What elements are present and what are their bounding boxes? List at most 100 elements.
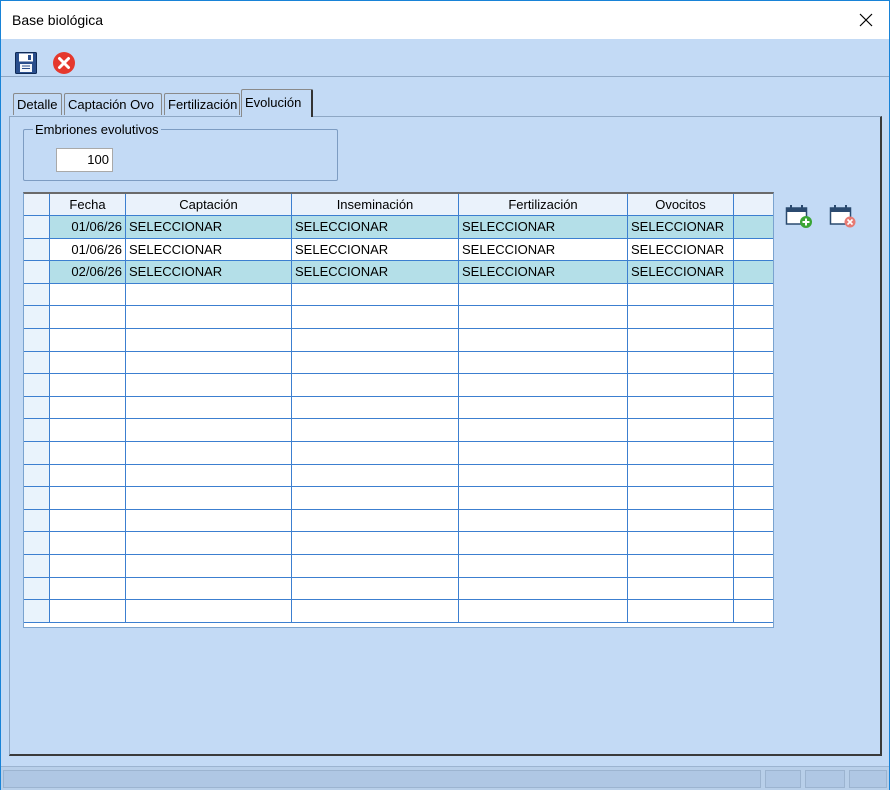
- cell-fecha[interactable]: [50, 464, 126, 487]
- cell-fertilizacion[interactable]: [459, 554, 628, 577]
- cell-fecha[interactable]: [50, 419, 126, 441]
- cell-inseminacion[interactable]: [292, 306, 459, 328]
- cell-captacion[interactable]: [126, 441, 292, 464]
- row-header[interactable]: [24, 419, 50, 441]
- cell-ovocitos[interactable]: [628, 374, 734, 396]
- cell-captacion[interactable]: [126, 464, 292, 487]
- cell-inseminacion[interactable]: [292, 554, 459, 577]
- table-row-empty[interactable]: [24, 600, 773, 623]
- cell-fecha[interactable]: [50, 328, 126, 351]
- save-button[interactable]: [13, 50, 39, 76]
- row-header[interactable]: [24, 283, 50, 306]
- cell-inseminacion[interactable]: [292, 328, 459, 351]
- cell-fecha[interactable]: [50, 351, 126, 374]
- table-row-empty[interactable]: [24, 374, 773, 397]
- delete-row-button[interactable]: [828, 201, 858, 231]
- cell-fecha[interactable]: [50, 306, 126, 328]
- cell-ovocitos[interactable]: [628, 419, 734, 441]
- cell-fertilizacion[interactable]: [459, 396, 628, 419]
- cell-captacion[interactable]: SELECCIONAR: [126, 261, 292, 283]
- table-row-empty[interactable]: [24, 283, 773, 307]
- column-header-fecha[interactable]: Fecha: [50, 194, 126, 216]
- table-row-empty[interactable]: [24, 464, 773, 488]
- table-row-empty[interactable]: [24, 396, 773, 420]
- table-row-empty[interactable]: [24, 487, 773, 510]
- cell-inseminacion[interactable]: [292, 351, 459, 374]
- cell-captacion[interactable]: SELECCIONAR: [126, 238, 292, 261]
- row-header[interactable]: [24, 261, 50, 283]
- cell-ovocitos[interactable]: [628, 487, 734, 509]
- cell-ovocitos[interactable]: SELECCIONAR: [628, 216, 734, 238]
- cell-fertilizacion[interactable]: SELECCIONAR: [459, 261, 628, 283]
- cell-ovocitos[interactable]: [628, 351, 734, 374]
- close-button[interactable]: [843, 1, 889, 39]
- column-header-captacion[interactable]: Captación: [126, 194, 292, 216]
- embriones-evolutivos-input[interactable]: 100: [56, 148, 113, 172]
- cell-fecha[interactable]: 01/06/26: [50, 216, 126, 238]
- cell-fertilizacion[interactable]: [459, 509, 628, 532]
- cell-fecha[interactable]: [50, 554, 126, 577]
- column-header-fertilizacion[interactable]: Fertilización: [459, 194, 628, 216]
- cell-inseminacion[interactable]: SELECCIONAR: [292, 261, 459, 283]
- table-row-empty[interactable]: [24, 328, 773, 352]
- cell-fertilizacion[interactable]: SELECCIONAR: [459, 238, 628, 261]
- cell-fertilizacion[interactable]: [459, 283, 628, 306]
- cell-fertilizacion[interactable]: [459, 487, 628, 509]
- cell-ovocitos[interactable]: [628, 464, 734, 487]
- cell-fertilizacion[interactable]: [459, 441, 628, 464]
- cell-captacion[interactable]: [126, 283, 292, 306]
- add-row-button[interactable]: [784, 201, 814, 231]
- cell-fecha[interactable]: [50, 374, 126, 396]
- cell-inseminacion[interactable]: [292, 374, 459, 396]
- cell-ovocitos[interactable]: [628, 441, 734, 464]
- cell-ovocitos[interactable]: SELECCIONAR: [628, 261, 734, 283]
- cell-captacion[interactable]: [126, 577, 292, 600]
- cell-captacion[interactable]: SELECCIONAR: [126, 216, 292, 238]
- cell-fertilizacion[interactable]: [459, 600, 628, 622]
- row-header[interactable]: [24, 216, 50, 238]
- table-row[interactable]: 02/06/26 SELECCIONAR SELECCIONAR SELECCIONA…: [24, 261, 773, 284]
- cell-fecha[interactable]: [50, 283, 126, 306]
- cell-fecha[interactable]: [50, 600, 126, 622]
- column-header-inseminacion[interactable]: Inseminación: [292, 194, 459, 216]
- table-row-empty[interactable]: [24, 441, 773, 465]
- cell-captacion[interactable]: [126, 554, 292, 577]
- cell-ovocitos[interactable]: [628, 600, 734, 622]
- cell-fecha[interactable]: [50, 509, 126, 532]
- cell-ovocitos[interactable]: [628, 577, 734, 600]
- cell-inseminacion[interactable]: [292, 283, 459, 306]
- row-header[interactable]: [24, 487, 50, 509]
- row-header[interactable]: [24, 577, 50, 600]
- cell-ovocitos[interactable]: [628, 509, 734, 532]
- cell-inseminacion[interactable]: [292, 441, 459, 464]
- cell-captacion[interactable]: [126, 509, 292, 532]
- row-header[interactable]: [24, 306, 50, 328]
- row-header[interactable]: [24, 509, 50, 532]
- tab-evolucion[interactable]: Evolución: [241, 89, 313, 117]
- cell-fecha[interactable]: [50, 441, 126, 464]
- cell-fecha[interactable]: [50, 396, 126, 419]
- row-header[interactable]: [24, 351, 50, 374]
- cell-fertilizacion[interactable]: [459, 351, 628, 374]
- column-header-ovocitos[interactable]: Ovocitos: [628, 194, 734, 216]
- cell-fertilizacion[interactable]: [459, 328, 628, 351]
- cell-inseminacion[interactable]: [292, 419, 459, 441]
- cell-inseminacion[interactable]: [292, 532, 459, 554]
- tab-fertilizacion[interactable]: Fertilización: [164, 93, 240, 115]
- cell-inseminacion[interactable]: [292, 577, 459, 600]
- cell-captacion[interactable]: [126, 419, 292, 441]
- row-header[interactable]: [24, 238, 50, 261]
- cell-captacion[interactable]: [126, 396, 292, 419]
- evolucion-grid[interactable]: Fecha Captación Inseminación Fertilizaci…: [23, 192, 774, 628]
- cell-fertilizacion[interactable]: [459, 532, 628, 554]
- cell-fecha[interactable]: 01/06/26: [50, 238, 126, 261]
- row-header[interactable]: [24, 464, 50, 487]
- cell-fertilizacion[interactable]: SELECCIONAR: [459, 216, 628, 238]
- cell-ovocitos[interactable]: [628, 283, 734, 306]
- cell-ovocitos[interactable]: [628, 328, 734, 351]
- row-header[interactable]: [24, 328, 50, 351]
- cell-captacion[interactable]: [126, 306, 292, 328]
- table-row-empty[interactable]: [24, 509, 773, 533]
- table-row-empty[interactable]: [24, 419, 773, 442]
- cell-captacion[interactable]: [126, 532, 292, 554]
